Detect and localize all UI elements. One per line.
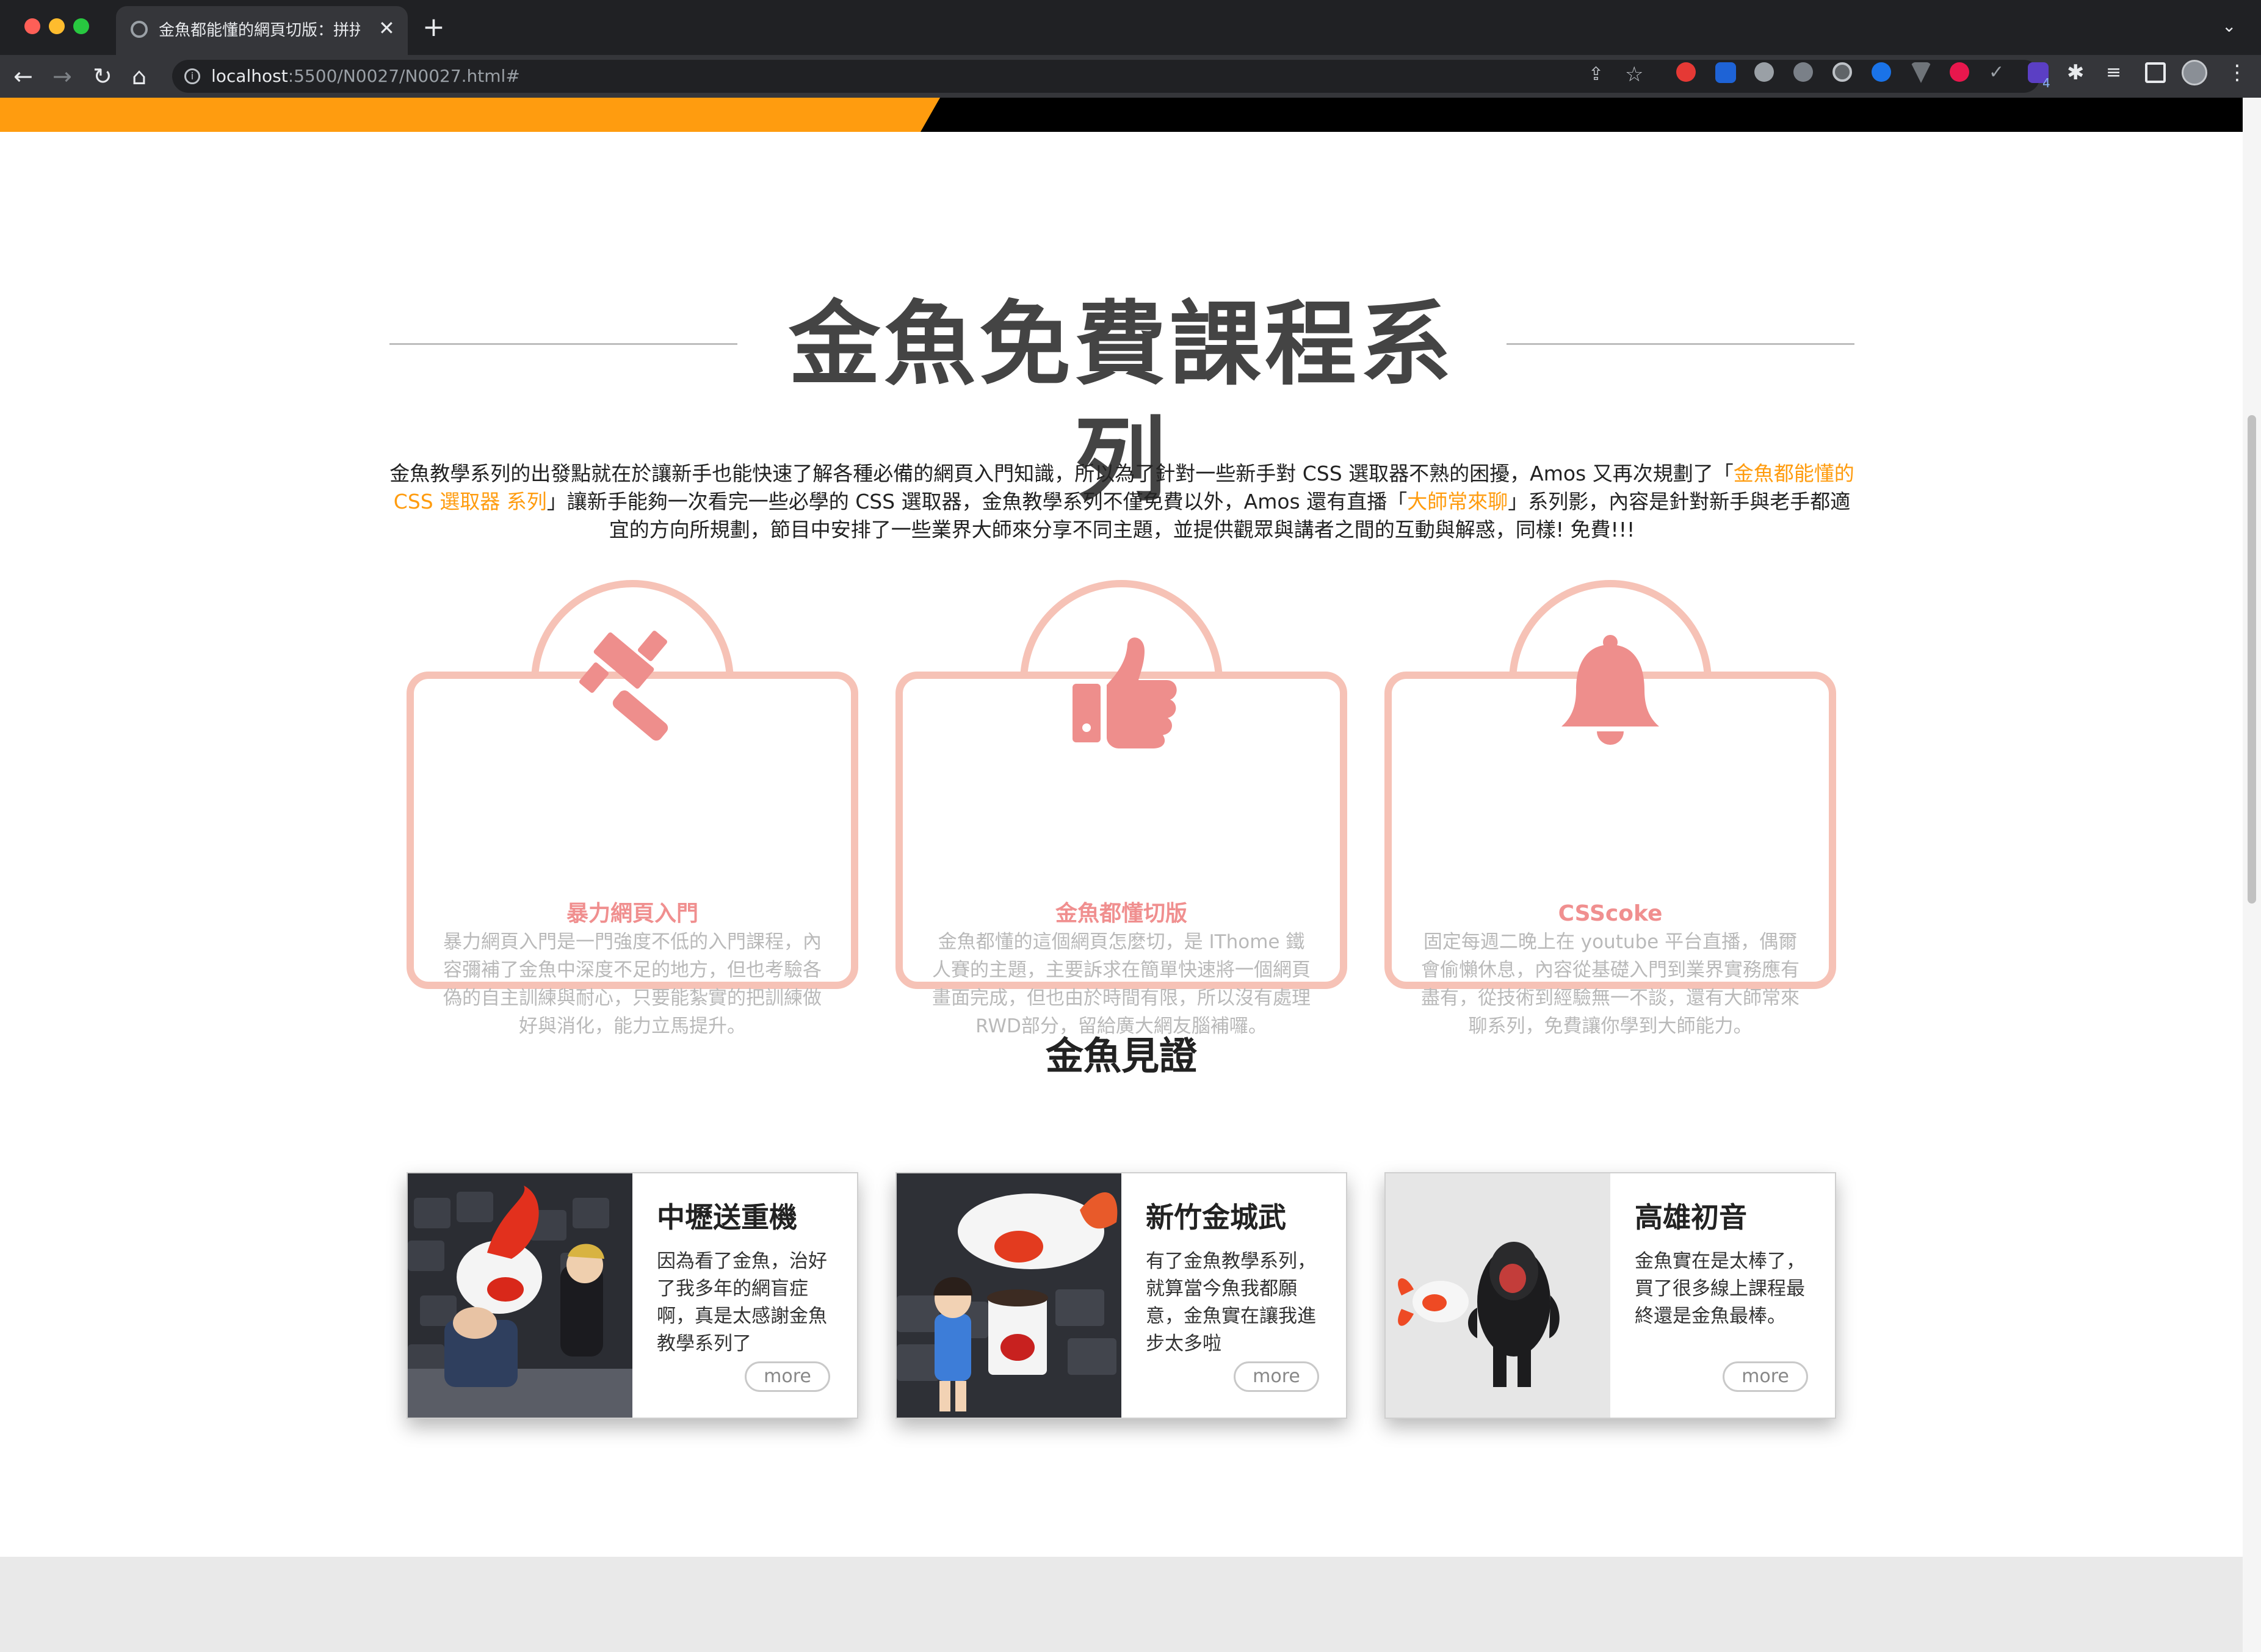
share-icon[interactable]: ⇪ bbox=[1588, 63, 1604, 85]
new-tab-icon[interactable]: + bbox=[422, 12, 445, 43]
feature-description: 固定每週二晚上在 youtube 平台直播，偶爾會偷懶休息，內容從基礎入門到業界… bbox=[1421, 931, 1800, 1037]
feature-card-goldfish-layout[interactable]: 金魚都懂切版 金魚都懂的這個網頁怎麼切，是 IThome 鐵人賽的主題，主要訴求… bbox=[895, 580, 1347, 1093]
url-text[interactable]: localhost:5500/N0027/N0027.html# bbox=[211, 60, 520, 93]
feature-card-csscoke[interactable]: CSScoke 固定每週二晚上在 youtube 平台直播，偶爾會偷懶休息，內容… bbox=[1384, 580, 1836, 1093]
more-button[interactable]: more bbox=[1723, 1361, 1808, 1392]
gavel-icon bbox=[579, 631, 668, 741]
maximize-window-button[interactable] bbox=[73, 18, 89, 34]
extension-react-icon[interactable] bbox=[1793, 62, 1813, 82]
testimonial-photo-goldfish-coffee bbox=[897, 1173, 1121, 1418]
testimonial-title: 新竹金城武 bbox=[1146, 1201, 1286, 1234]
testimonial-card: 高雄初音 金魚實在是太棒了，買了很多線上課程最終還是金魚最棒。 more bbox=[1384, 1172, 1836, 1419]
extension-fe-icon[interactable] bbox=[1715, 62, 1736, 83]
bookmark-star-icon[interactable]: ☆ bbox=[1625, 62, 1643, 87]
more-menu-icon[interactable]: ⋮ bbox=[2227, 57, 2248, 88]
extension-gem-icon[interactable] bbox=[1872, 62, 1891, 82]
tab-title: 金魚都能懂的網頁切版：拼拼版 bbox=[159, 21, 360, 40]
feature-title: 金魚都懂切版 bbox=[1055, 901, 1187, 926]
bell-icon bbox=[1561, 635, 1659, 745]
puzzle-extensions-icon[interactable]: ✱ bbox=[2067, 62, 2088, 83]
scrollbar-thumb[interactable] bbox=[2248, 415, 2256, 904]
chevron-down-icon[interactable]: ⌄ bbox=[2222, 16, 2236, 36]
testimonial-title: 中壢送重機 bbox=[657, 1201, 797, 1234]
minimize-window-button[interactable] bbox=[49, 18, 65, 34]
extension-badge-count: 4 bbox=[2042, 76, 2050, 90]
extension-s-icon[interactable] bbox=[1676, 62, 1696, 82]
testimonial-text: 有了金魚教學系列，就算當今魚我都願意，金魚實在讓我進步太多啦 bbox=[1146, 1250, 1316, 1355]
feature-card-violent-web[interactable]: 暴力網頁入門 暴力網頁入門是一門強度不低的入門課程，內容彌補了金魚中深度不足的地… bbox=[407, 580, 858, 1093]
reload-icon[interactable]: ↻ bbox=[93, 60, 112, 93]
feature-title: 暴力網頁入門 bbox=[566, 901, 698, 926]
testimonial-text: 因為看了金魚，治好了我多年的網盲症啊，真是太感謝金魚教學系列了 bbox=[657, 1250, 827, 1355]
testimonial-photo-goldfish-gorilla bbox=[1386, 1173, 1610, 1418]
testimony-heading: 金魚見證 bbox=[1045, 1034, 1197, 1078]
more-button[interactable]: more bbox=[1234, 1361, 1319, 1392]
close-window-button[interactable] bbox=[24, 18, 40, 34]
testimonial-card: 新竹金城武 有了金魚教學系列，就算當今魚我都願意，金魚實在讓我進步太多啦 mor… bbox=[895, 1172, 1347, 1419]
reading-list-icon[interactable]: ≡ bbox=[2106, 62, 2127, 83]
browser-tab[interactable]: 金魚都能懂的網頁切版：拼拼版 ✕ bbox=[116, 6, 408, 55]
home-icon[interactable]: ⌂ bbox=[132, 60, 147, 93]
browser-titlebar: 金魚都能懂的網頁切版：拼拼版 ✕ + ⌄ bbox=[0, 0, 2261, 55]
section-title: 金魚免費課程系列 bbox=[788, 292, 1455, 514]
profile-avatar[interactable] bbox=[2182, 60, 2207, 85]
testimonial-card: 中壢送重機 因為看了金魚，治好了我多年的網盲症啊，真是太感謝金魚教學系列了 mo… bbox=[407, 1172, 858, 1419]
footer-section bbox=[0, 1557, 2243, 1652]
extension-cloud-icon[interactable] bbox=[1754, 62, 1774, 82]
title-divider-right bbox=[1507, 343, 1854, 345]
feature-title: CSScoke bbox=[1558, 901, 1663, 926]
back-arrow-icon[interactable]: ← bbox=[13, 60, 33, 93]
more-button[interactable]: more bbox=[745, 1361, 830, 1392]
forward-arrow-icon[interactable]: → bbox=[52, 60, 72, 93]
feature-description: 暴力網頁入門是一門強度不低的入門課程，內容彌補了金魚中深度不足的地方，但也考驗各… bbox=[443, 931, 822, 1037]
tab-close-icon[interactable]: ✕ bbox=[378, 16, 395, 40]
extension-check-icon[interactable]: ✓ bbox=[1989, 62, 2010, 83]
page-scrollbar[interactable] bbox=[2243, 98, 2261, 1652]
header-accent-band bbox=[0, 98, 940, 132]
header-banner-strip bbox=[0, 98, 2243, 132]
side-panel-icon[interactable] bbox=[2145, 62, 2166, 83]
testimonial-title: 高雄初音 bbox=[1635, 1201, 1747, 1234]
globe-icon bbox=[131, 21, 148, 38]
page-viewport: 金魚免費課程系列 金魚教學系列的出發點就在於讓新手也能快速了解各種必備的網頁入門… bbox=[0, 98, 2243, 1652]
thumbs-up-icon bbox=[1073, 637, 1177, 748]
feature-description: 金魚都懂的這個網頁怎麼切，是 IThome 鐵人賽的主題，主要訴求在簡單快速將一… bbox=[932, 931, 1311, 1037]
browser-toolbar: ← → ↻ ⌂ i localhost:5500/N0027/N0027.htm… bbox=[0, 55, 2261, 98]
masters-talk-link[interactable]: 大師常來聊 bbox=[1407, 490, 1508, 513]
testimonial-text: 金魚實在是太棒了，買了很多線上課程最終還是金魚最棒。 bbox=[1635, 1250, 1805, 1327]
testimonial-photo-goldfish-keyboard bbox=[408, 1173, 632, 1418]
extension-play-icon[interactable] bbox=[1950, 62, 1969, 82]
intro-paragraph: 金魚教學系列的出發點就在於讓新手也能快速了解各種必備的網頁入門知識，所以為了針對… bbox=[389, 462, 1854, 542]
title-divider-left bbox=[389, 343, 737, 345]
extension-target-icon[interactable] bbox=[1832, 62, 1852, 82]
info-icon[interactable]: i bbox=[184, 68, 200, 84]
section-heading: 金魚免費課程系列 bbox=[389, 287, 1854, 514]
